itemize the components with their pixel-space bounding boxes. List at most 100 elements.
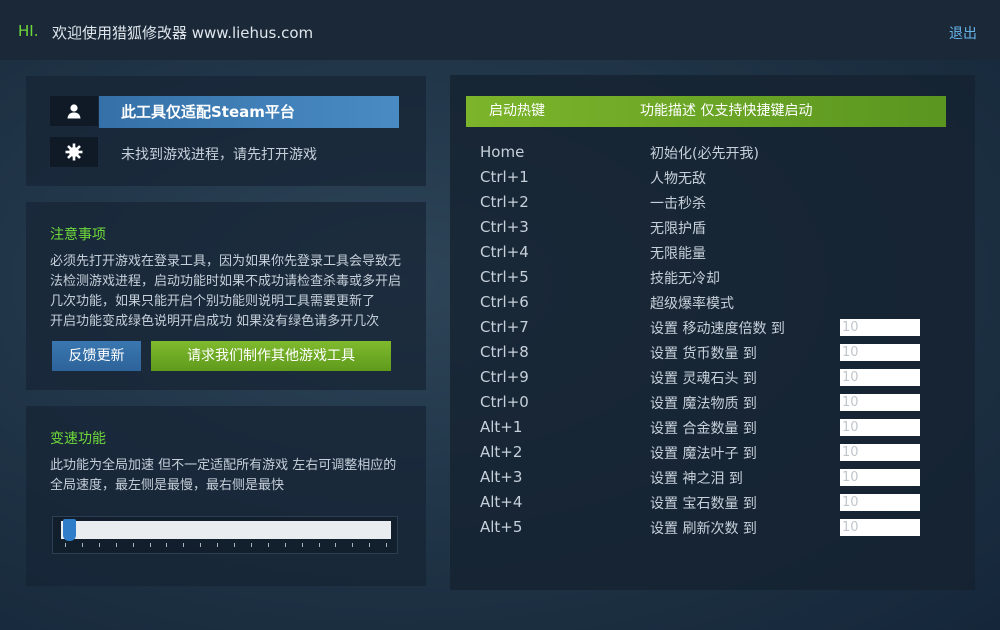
slider-tick: [267, 543, 269, 547]
hotkey-description: 技能无冷却: [650, 271, 720, 287]
hotkey-row: Ctrl+5 技能无冷却: [450, 266, 975, 291]
hotkey-key: Ctrl+9: [480, 368, 529, 386]
hotkey-description: 无限护盾: [650, 221, 706, 237]
hotkey-value-input[interactable]: [840, 519, 920, 536]
greeting: HI.: [18, 22, 39, 40]
hotkey-description: 超级爆率模式: [650, 296, 734, 312]
slider-track[interactable]: [61, 521, 391, 539]
notice-line: 法检测游戏进程，启动功能时如果不成功请检查杀毒或多开启: [50, 274, 402, 289]
hotkey-row: Ctrl+0 设置 魔法物质 到: [450, 391, 975, 416]
gear-icon: [65, 143, 83, 161]
slider-tick: [200, 543, 202, 547]
hotkey-row: Ctrl+6 超级爆率模式: [450, 291, 975, 316]
user-icon: [67, 104, 81, 119]
hotkey-key: Alt+2: [480, 443, 523, 461]
slider-tick: [386, 543, 388, 547]
title-bar: HI. 欢迎使用猎狐修改器 www.liehus.com 退出: [0, 0, 1000, 60]
hotkey-description: 设置 移动速度倍数 到: [650, 321, 785, 337]
hotkey-key: Alt+3: [480, 468, 523, 486]
slider-tick: [234, 543, 235, 547]
hotkey-description: 人物无敌: [650, 171, 706, 187]
hotkey-row: Alt+1 设置 合金数量 到: [450, 416, 975, 441]
hotkey-value-input[interactable]: [840, 444, 920, 461]
hotkey-description: 设置 魔法叶子 到: [650, 446, 757, 462]
game-status-text: 未找到游戏进程，请先打开游戏: [121, 147, 317, 163]
hotkey-description: 设置 货币数量 到: [650, 346, 757, 362]
hotkey-value-input[interactable]: [840, 469, 920, 486]
hotkey-description: 设置 灵魂石头 到: [650, 371, 757, 387]
hotkey-value-input[interactable]: [840, 369, 920, 386]
speed-line: 全局速度，最左侧是最慢，最右侧是最快: [50, 478, 285, 493]
hotkey-description: 设置 宝石数量 到: [650, 496, 757, 512]
hotkey-description: 设置 合金数量 到: [650, 421, 757, 437]
hotkey-row: Ctrl+7 设置 移动速度倍数 到: [450, 316, 975, 341]
notice-line: 几次功能，如果只能开启个别功能则说明工具需要更新了: [50, 294, 376, 309]
hotkey-value-input[interactable]: [840, 494, 920, 511]
slider-tick: [301, 543, 303, 547]
hotkey-key: Ctrl+7: [480, 318, 529, 336]
slider-tick: [132, 543, 134, 547]
hotkey-key: Alt+1: [480, 418, 523, 436]
hotkey-description: 初始化(必先开我): [650, 146, 759, 162]
feedback-button[interactable]: 反馈更新: [52, 341, 141, 371]
speed-text: 此功能为全局加速 但不一定适配所有游戏 左右可调整相应的 全局速度，最左侧是最慢…: [50, 456, 410, 496]
hotkey-key: Ctrl+0: [480, 393, 529, 411]
gear-icon-box: [50, 137, 98, 167]
hotkey-row: Ctrl+4 无限能量: [450, 241, 975, 266]
column-description: 功能描述 仅支持快捷键启动: [640, 103, 813, 119]
slider-tick: [335, 543, 337, 547]
hotkey-key: Home: [480, 143, 525, 161]
hotkey-row: Ctrl+1 人物无敌: [450, 166, 975, 191]
hotkey-value-input[interactable]: [840, 344, 920, 361]
slider-tick: [250, 543, 252, 547]
slider-tick: [65, 543, 66, 547]
hotkey-key: Ctrl+8: [480, 343, 529, 361]
welcome-text: 欢迎使用猎狐修改器 www.liehus.com: [52, 24, 314, 42]
notice-panel: 注意事项 必须先打开游戏在登录工具，因为如果你先登录工具会导致无 法检测游戏进程…: [26, 202, 426, 390]
platform-title: 此工具仅适配Steam平台: [99, 96, 399, 128]
hotkey-key: Ctrl+4: [480, 243, 529, 261]
speed-line: 此功能为全局加速 但不一定适配所有游戏 左右可调整相应的: [50, 458, 397, 473]
hotkey-row: Alt+5 设置 刷新次数 到: [450, 516, 975, 541]
slider-tick: [284, 543, 286, 547]
hotkey-row: Ctrl+2 一击秒杀: [450, 191, 975, 216]
hotkey-row: Ctrl+8 设置 货币数量 到: [450, 341, 975, 366]
notice-text: 必须先打开游戏在登录工具，因为如果你先登录工具会导致无 法检测游戏进程，启动功能…: [50, 252, 410, 332]
speed-slider[interactable]: [52, 516, 398, 554]
slider-tick: [369, 543, 371, 547]
logout-link[interactable]: 退出: [949, 23, 977, 43]
hotkey-description: 无限能量: [650, 246, 706, 262]
hotkey-key: Ctrl+3: [480, 218, 529, 236]
hotkey-value-input[interactable]: [840, 394, 920, 411]
slider-tick: [352, 543, 354, 547]
slider-tick: [166, 543, 168, 547]
hotkey-key: Ctrl+1: [480, 168, 529, 186]
hotkey-row: Home 初始化(必先开我): [450, 141, 975, 166]
slider-tick: [149, 543, 151, 547]
hotkey-key: Ctrl+5: [480, 268, 529, 286]
hotkey-value-input[interactable]: [840, 319, 920, 336]
hotkey-description: 设置 魔法物质 到: [650, 396, 757, 412]
slider-tick: [98, 543, 100, 547]
hotkey-row: Ctrl+3 无限护盾: [450, 216, 975, 241]
notice-title: 注意事项: [50, 227, 106, 243]
hotkey-key: Ctrl+6: [480, 293, 529, 311]
hotkey-description: 设置 神之泪 到: [650, 471, 743, 487]
column-hotkey: 启动热键: [489, 103, 545, 119]
hotkey-row: Alt+3 设置 神之泪 到: [450, 466, 975, 491]
user-icon-box: [50, 96, 98, 126]
hotkey-value-input[interactable]: [840, 419, 920, 436]
notice-line: 开启功能变成绿色说明开启成功 如果没有绿色请多开几次: [50, 314, 380, 329]
slider-tick: [318, 543, 320, 547]
platform-panel: 此工具仅适配Steam平台 未找到游戏进程，请先打开游戏: [26, 76, 426, 186]
slider-tick: [183, 543, 185, 547]
hotkey-key: Alt+4: [480, 493, 523, 511]
hotkey-row: Alt+4 设置 宝石数量 到: [450, 491, 975, 516]
speed-title: 变速功能: [50, 431, 106, 447]
request-tool-button[interactable]: 请求我们制作其他游戏工具: [151, 341, 391, 371]
notice-line: 必须先打开游戏在登录工具，因为如果你先登录工具会导致无: [50, 254, 402, 269]
slider-tick: [115, 543, 117, 547]
slider-thumb[interactable]: [63, 519, 76, 541]
speed-panel: 变速功能 此功能为全局加速 但不一定适配所有游戏 左右可调整相应的 全局速度，最…: [26, 406, 426, 586]
hotkey-key: Alt+5: [480, 518, 523, 536]
